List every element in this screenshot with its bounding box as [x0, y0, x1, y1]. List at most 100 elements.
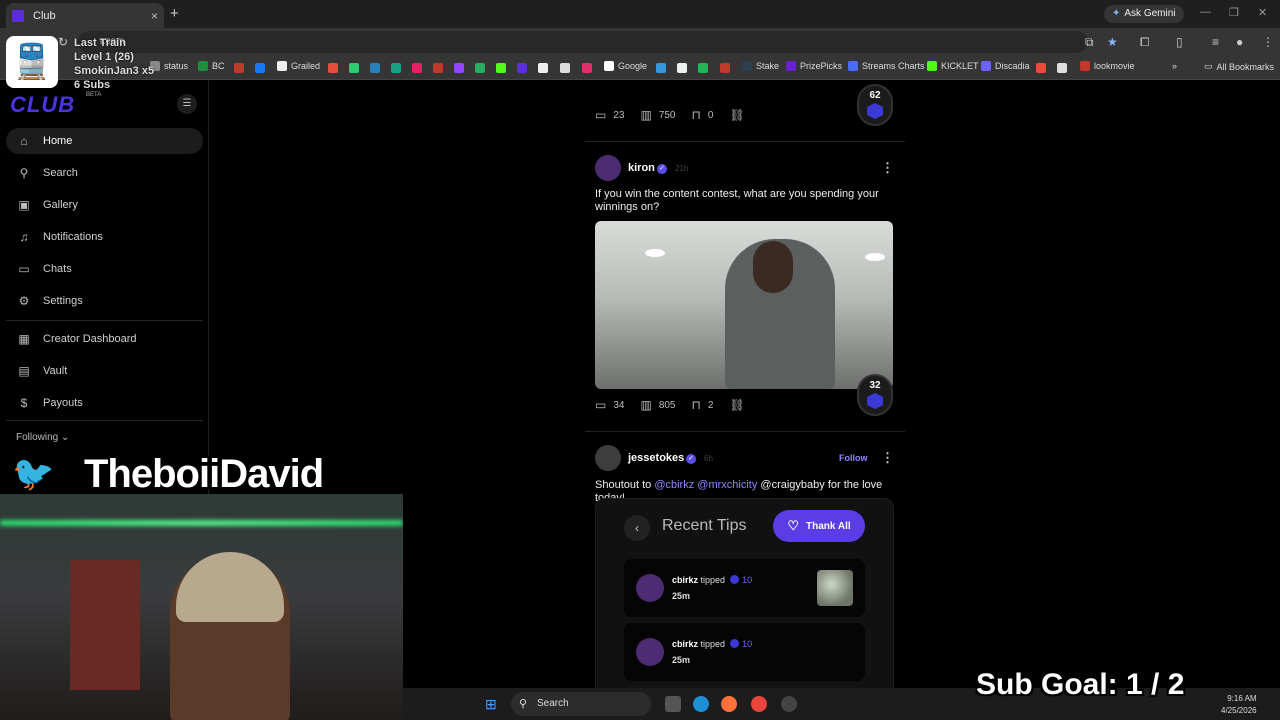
post-score-badge[interactable]: 32 [857, 374, 893, 416]
edge-icon[interactable] [693, 696, 709, 712]
bookmark-favicon-icon[interactable] [1036, 63, 1046, 73]
bookmark-star-icon[interactable]: ★ [1107, 35, 1118, 49]
bookmark-icon[interactable]: ⊓ [692, 108, 701, 122]
bookmark-bc[interactable]: BC [198, 61, 225, 71]
bookmark-favicon-icon[interactable] [349, 63, 359, 73]
sidebar-item-search[interactable]: ⚲ Search [6, 160, 203, 186]
facebook-icon[interactable] [255, 63, 265, 73]
extensions-icon[interactable]: ⧠ [1140, 35, 1150, 50]
sidebar-item-vault[interactable]: ▤ Vault [6, 358, 203, 384]
chevron-left-icon[interactable]: ‹ [624, 515, 650, 541]
post-username[interactable]: kiron [628, 162, 655, 174]
windows-start-icon[interactable]: ⊞ [485, 696, 501, 712]
bookmark-favicon-icon[interactable] [433, 63, 443, 73]
new-tab-button[interactable]: + [170, 5, 179, 22]
bookmark-icon[interactable]: ⊓ [692, 398, 701, 412]
bookmark-favicon-icon[interactable] [475, 63, 485, 73]
mention-link[interactable]: @cbirkz [654, 479, 694, 491]
sidebar-item-settings[interactable]: ⚙ Settings [6, 288, 203, 314]
tip-item[interactable]: cbirkz tipped 10 25m [624, 559, 865, 617]
task-view-icon[interactable] [665, 696, 681, 712]
bookmark-favicon-icon[interactable] [391, 63, 401, 73]
all-bookmarks[interactable]: ▭ All Bookmarks [1204, 61, 1274, 72]
bookmark-favicon-icon[interactable] [370, 63, 380, 73]
tiktok-icon[interactable] [538, 63, 548, 73]
post-divider [585, 431, 905, 432]
sidebar-item-chats[interactable]: ▭ Chats [6, 256, 203, 282]
taskbar-search[interactable]: ⚲ Search [511, 692, 651, 716]
bookmark-favicon-icon[interactable] [720, 63, 730, 73]
tip-thumbnail[interactable] [817, 570, 853, 606]
media-icon[interactable]: ≡ [1212, 35, 1219, 49]
sidebar-divider [6, 320, 203, 321]
post-video[interactable] [595, 221, 893, 389]
tip-text: cbirkz tipped 10 [672, 639, 753, 649]
spotify-icon[interactable] [698, 63, 708, 73]
club-favicon-icon [12, 9, 24, 22]
link-icon[interactable]: ⛓ [729, 398, 744, 412]
follow-button[interactable]: Follow [839, 453, 868, 463]
avatar[interactable] [595, 445, 621, 471]
more-options-icon[interactable]: ⋮ [881, 450, 894, 466]
bookmark-favicon-icon[interactable] [234, 63, 244, 73]
link-icon[interactable]: ⛓ [729, 108, 744, 122]
sidepanel-icon[interactable]: ▯ [1176, 35, 1183, 49]
comment-icon[interactable]: ▭ [595, 108, 606, 122]
address-bar[interactable]: r.com [78, 31, 1088, 53]
post-username[interactable]: jessetokes [628, 452, 684, 464]
twitch-icon[interactable] [454, 63, 464, 73]
sidebar-item-creator-dashboard[interactable]: ▦ Creator Dashboard [6, 326, 203, 352]
bookmark-lookmovie[interactable]: lookmovie [1080, 61, 1135, 71]
twitter-bird-icon: 🐦 [12, 455, 55, 493]
menu-toggle-icon[interactable]: ☰ [177, 94, 197, 114]
bookmark-favicon-icon[interactable] [656, 63, 666, 73]
instagram-icon[interactable] [582, 63, 592, 73]
window-close-icon[interactable]: ✕ [1258, 6, 1267, 19]
bookmark-favicon-icon [786, 61, 796, 71]
bookmark-stake[interactable]: Stake [742, 61, 779, 71]
bookmark-favicon-icon[interactable] [517, 63, 527, 73]
firefox-icon[interactable] [721, 696, 737, 712]
more-options-icon[interactable]: ⋮ [881, 160, 894, 176]
sidebar-item-notifications[interactable]: ♫ Notifications [6, 224, 203, 250]
bookmarks-bar: status BC Grailed Google Stake PrizePick… [0, 56, 1280, 80]
comment-icon[interactable]: ▭ [595, 398, 606, 412]
tip-item[interactable]: cbirkz tipped 10 25m [624, 623, 865, 681]
x-icon[interactable] [560, 63, 570, 73]
tab-close-icon[interactable]: × [151, 9, 158, 23]
avatar[interactable] [595, 155, 621, 181]
reload-icon[interactable]: ↻ [58, 35, 68, 49]
minimize-icon[interactable]: — [1200, 6, 1211, 18]
obs-icon[interactable] [781, 696, 797, 712]
thank-all-button[interactable]: ♡ Thank All [773, 510, 865, 542]
bookmark-favicon-icon[interactable] [677, 63, 687, 73]
sidebar-item-payouts[interactable]: $ Payouts [6, 390, 203, 416]
bookmark-favicon-icon[interactable] [412, 63, 422, 73]
bookmark-prizepicks[interactable]: PrizePicks [786, 61, 842, 71]
bookmark-kicklet[interactable]: KICKLET [927, 61, 979, 71]
bookmark-streams-charts[interactable]: Streams Charts [848, 61, 925, 71]
bookmark-favicon-icon[interactable] [328, 63, 338, 73]
bookmark-google[interactable]: Google [604, 61, 647, 71]
browser-tab[interactable]: Club × [6, 3, 164, 28]
menu-icon[interactable]: ⋮ [1262, 35, 1274, 49]
system-clock[interactable]: 9:16 AM 4/25/2026 [1221, 693, 1257, 717]
bookmark-discadia[interactable]: Discadia [981, 61, 1030, 71]
club-logo[interactable]: CLUB [10, 92, 75, 118]
bookmarks-overflow-icon[interactable]: » [1172, 61, 1177, 71]
bookmark-favicon-icon[interactable] [1057, 63, 1067, 73]
ask-gemini-button[interactable]: ✦ Ask Gemini [1104, 5, 1184, 23]
chrome-icon[interactable] [751, 696, 767, 712]
sidebar-item-gallery[interactable]: ▣ Gallery [6, 192, 203, 218]
bookmark-grailed[interactable]: Grailed [277, 61, 320, 71]
maximize-icon[interactable]: ❐ [1229, 6, 1239, 19]
install-icon[interactable]: ⧉ [1085, 35, 1094, 50]
bookmark-status[interactable]: status [150, 61, 188, 71]
sidebar-item-home[interactable]: ⌂ Home [6, 128, 203, 154]
kick-icon[interactable] [496, 63, 506, 73]
mention-link[interactable]: @mrxchicity [697, 479, 757, 491]
profile-avatar[interactable]: ● [1236, 35, 1243, 49]
following-toggle[interactable]: Following ⌄ [16, 432, 69, 443]
post-score-badge[interactable]: 62 [857, 84, 893, 126]
gear-icon: ⚙ [18, 294, 30, 308]
